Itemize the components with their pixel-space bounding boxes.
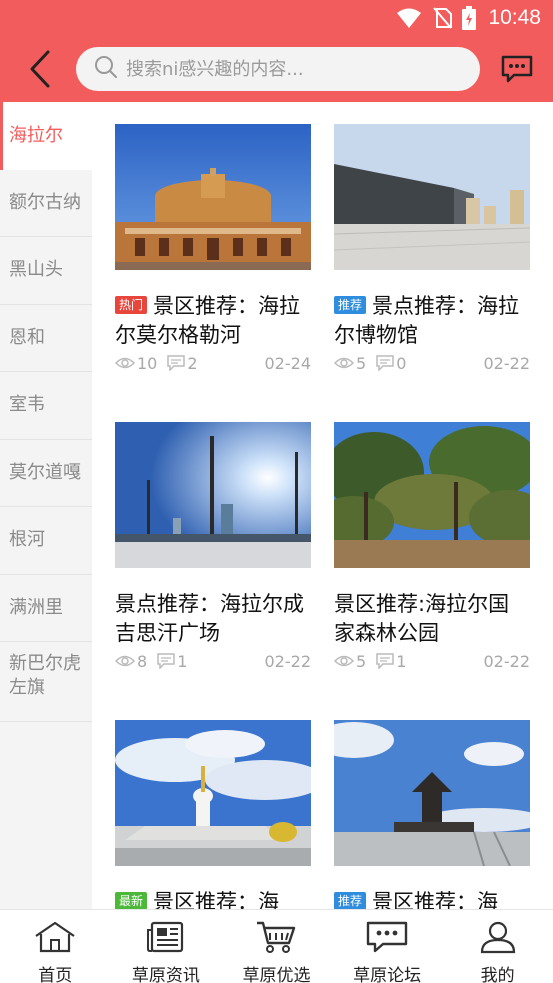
sidebar-item-label: 根河 [9,529,45,551]
eye-icon [115,654,135,668]
article-thumbnail [334,422,530,568]
comment-count: 0 [396,353,407,373]
comment-count: 1 [396,651,407,671]
tab-label: 我的 [480,966,515,983]
sidebar-item-label: 海拉尔 [9,124,63,146]
app-header: 10:48 [0,0,553,102]
wifi-icon [396,7,422,29]
cart-icon [255,920,297,958]
tab-profile[interactable]: 我的 [442,910,553,983]
sidebar-item-hailar[interactable]: 海拉尔 [0,102,92,170]
sidebar-item-erguna[interactable]: 额尔古纳 [0,170,92,237]
sidebar-item-shiwei[interactable]: 室韦 [0,372,92,440]
comment-icon [376,355,394,371]
eye-icon [334,654,354,668]
article-title: 推荐 景区推荐：海 [334,888,530,909]
back-arrow-icon [30,50,50,88]
article-thumbnail [334,124,530,270]
tab-label: 首页 [38,966,73,983]
sidebar-item-label: 新巴尔虎左旗 [9,653,81,698]
view-count: 5 [356,651,367,671]
recommend-badge: 推荐 [334,296,367,314]
hot-badge: 热门 [115,296,148,314]
article-title: 热门 景区推荐：海拉尔莫尔格勒河 [115,294,301,347]
article-card[interactable]: 热门 景区推荐：海拉尔莫尔格勒河 10 2 02-24 [115,124,311,374]
article-meta: 5 1 02-22 [334,650,530,672]
sidebar-item-manzhouli[interactable]: 满洲里 [0,575,92,642]
article-title: 推荐 景点推荐：海拉尔博物馆 [334,294,520,347]
article-thumbnail [115,422,311,568]
user-icon [479,920,517,958]
home-icon [33,920,77,958]
sidebar-item-label: 满洲里 [9,596,63,618]
article-date: 02-22 [483,651,531,671]
article-meta: 8 1 02-22 [115,650,311,672]
article-title: 最新 景区推荐：海 [115,888,311,909]
tab-selection[interactable]: 草原优选 [221,910,332,983]
sidebar-item-label: 恩和 [9,326,45,348]
status-bar: 10:48 [0,0,553,38]
article-card[interactable]: 景点推荐：海拉尔成吉思汗广场 8 1 02-22 [115,422,311,672]
view-count: 8 [137,651,148,671]
article-date: 02-22 [264,651,312,671]
tab-label: 草原优选 [242,966,311,983]
view-count: 5 [356,353,367,373]
comment-count: 2 [187,353,198,373]
message-icon [501,55,533,83]
sidebar-item-heishantou[interactable]: 黑山头 [0,237,92,305]
article-thumbnail [334,720,530,866]
message-button[interactable] [497,50,537,88]
article-card[interactable]: 推荐 景点推荐：海拉尔博物馆 5 0 02-22 [334,124,530,374]
chat-icon [365,920,409,958]
eye-icon [115,356,135,370]
tab-label: 草原资讯 [131,966,200,983]
sidebar-item-label: 额尔古纳 [9,191,81,213]
tab-home[interactable]: 首页 [0,910,111,983]
sidebar-item-genhe[interactable]: 根河 [0,507,92,575]
no-sim-icon [432,7,453,29]
article-card[interactable]: 最新 景区推荐：海 [115,720,311,909]
battery-icon [462,6,477,30]
sidebar-item-label: 黑山头 [9,259,63,281]
eye-icon [334,356,354,370]
recommend-badge: 推荐 [334,892,367,909]
tab-forum[interactable]: 草原论坛 [332,910,443,983]
comment-icon [157,653,175,669]
search-input[interactable] [126,58,456,80]
article-date: 02-24 [264,353,312,373]
sidebar-item-enhe[interactable]: 恩和 [0,305,92,372]
article-meta: 5 0 02-22 [334,352,530,374]
view-count: 10 [137,353,158,373]
sidebar-item-label: 莫尔道嘎 [9,461,81,483]
tab-label: 草原论坛 [353,966,422,983]
sidebar-item-label: 室韦 [9,394,45,416]
comment-count: 1 [177,651,188,671]
comment-icon [376,653,394,669]
article-date: 02-22 [483,353,531,373]
news-icon [146,920,186,958]
article-card[interactable]: 景区推荐:海拉尔国家森林公园 5 1 02-22 [334,422,530,672]
sidebar-item-xinbaerhu[interactable]: 新巴尔虎左旗 [0,642,92,722]
article-card[interactable]: 推荐 景区推荐：海 [334,720,530,909]
article-title: 景点推荐：海拉尔成吉思汗广场 [115,592,304,645]
search-icon [94,55,118,83]
new-badge: 最新 [115,892,148,909]
region-sidebar: 海拉尔 额尔古纳 黑山头 恩和 室韦 莫尔道嘎 根河 满洲里 新巴尔虎左旗 [0,102,92,909]
comment-icon [167,355,186,371]
article-grid: 热门 景区推荐：海拉尔莫尔格勒河 10 2 02-24 推荐 景点推荐：海拉尔博物馆… [92,102,553,909]
article-title: 景区推荐:海拉尔国家森林公园 [334,592,510,645]
article-thumbnail [115,124,311,270]
article-thumbnail [115,720,311,866]
back-button[interactable] [20,46,60,92]
article-meta: 10 2 02-24 [115,352,311,374]
sidebar-item-moerdaoga[interactable]: 莫尔道嘎 [0,440,92,507]
status-time: 10:48 [488,6,541,29]
search-bar[interactable] [76,47,480,91]
tab-news[interactable]: 草原资讯 [111,910,222,983]
bottom-tab-bar: 首页 草原资讯 草原优选 草原论坛 我的 [0,909,553,983]
